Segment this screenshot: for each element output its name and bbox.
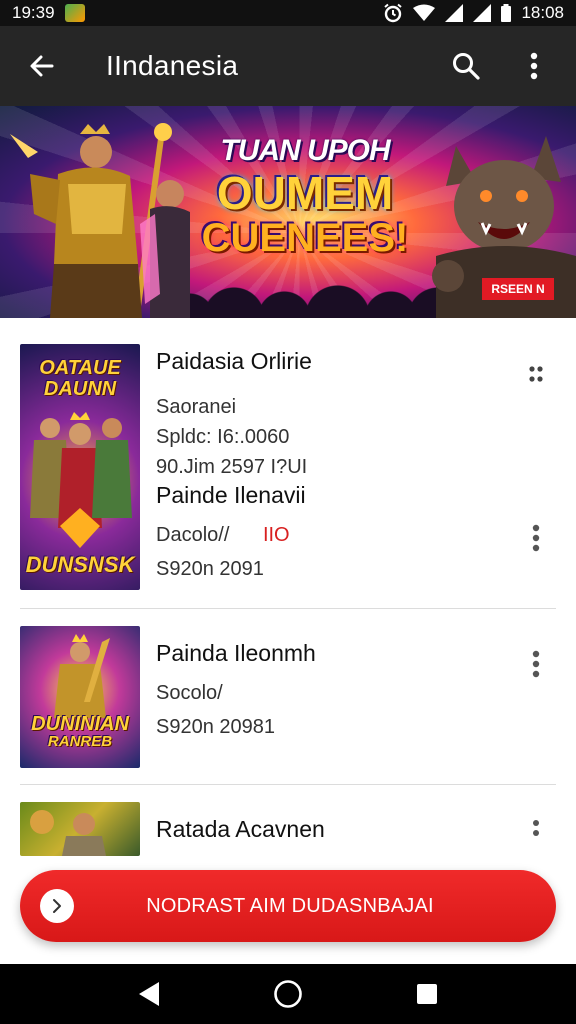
- status-bar: 19:39 18:08: [0, 0, 576, 26]
- back-button[interactable]: [18, 42, 66, 90]
- nav-home-button[interactable]: [264, 970, 312, 1018]
- game-list: OATAUE DAUNN DUNSNSK Paidasia Orlirie Sa…: [0, 318, 576, 964]
- banner-line-3: CUENEES!: [201, 216, 409, 260]
- banner-line-1: TUAN UPOH: [220, 134, 390, 167]
- system-nav-bar: [0, 964, 576, 1024]
- knight-illustration: [30, 810, 106, 856]
- more-vert-icon: [532, 650, 540, 678]
- item-title: Ratada Acavnen: [156, 816, 325, 842]
- item-secondary-title: Painde Ilenavii: [156, 482, 306, 508]
- item-detail-accent: IIO: [262, 524, 290, 546]
- list-divider: [20, 608, 556, 609]
- item-title: Paidasia Orlirie: [156, 348, 312, 374]
- status-time-left: 19:39: [12, 3, 55, 22]
- signal-icon: [445, 4, 464, 22]
- item-more-button[interactable]: [516, 354, 556, 394]
- more-grid-icon: [529, 366, 543, 382]
- armored-heroes-illustration: [10, 123, 190, 318]
- wifi-icon: [413, 4, 436, 21]
- promo-banner[interactable]: TUAN UPOH OUMEM CUENEES! RSEEN N: [0, 106, 576, 318]
- nav-back-button[interactable]: [125, 970, 173, 1018]
- banner-badge[interactable]: RSEEN N: [482, 278, 554, 300]
- square-recents-icon: [416, 984, 437, 1004]
- item-detail: Spldc: I6:.0060: [156, 426, 290, 448]
- item-subtitle: Saoranei: [156, 396, 237, 418]
- item-more-button[interactable]: [516, 810, 556, 850]
- app-bar: IIndanesia: [0, 26, 576, 106]
- list-divider: [20, 784, 556, 785]
- thumbnail-footer: DUNSNSK: [25, 551, 135, 577]
- list-item[interactable]: OATAUE DAUNN DUNSNSK Paidasia Orlirie Sa…: [20, 342, 556, 592]
- overflow-menu-button[interactable]: [510, 42, 558, 90]
- list-item[interactable]: DUNINIAN RANREB Painda Ileonmh Socolo/ S…: [20, 626, 556, 768]
- app-notification-icon: [64, 4, 85, 22]
- triangle-back-icon: [139, 982, 160, 1006]
- more-vert-icon: [530, 52, 538, 80]
- item-more-button[interactable]: [516, 644, 556, 684]
- more-vert-icon: [532, 524, 540, 552]
- circle-home-icon: [274, 980, 302, 1008]
- game-thumbnail[interactable]: [20, 802, 140, 856]
- list-item[interactable]: Ratada Acavnen: [20, 802, 556, 872]
- battery-icon: [501, 4, 512, 22]
- banner-line-2: OUMEM: [216, 167, 394, 219]
- search-icon: [453, 53, 480, 80]
- more-vert-icon: [533, 820, 539, 836]
- thumbnail-title: DUNINIAN: [31, 713, 129, 735]
- thumbnail-title: OATAUE DAUNN: [39, 357, 121, 400]
- alarm-icon: [384, 3, 403, 23]
- item-detail: Dacolo// IIO: [156, 524, 290, 547]
- cta-label: NODRAST AIM DUDASNBAJAI: [146, 894, 434, 917]
- item-detail: 90.Jim 2597 I?UI: [156, 456, 308, 478]
- nav-recents-button[interactable]: [403, 970, 451, 1018]
- item-title: Painda Ileonmh: [156, 640, 316, 666]
- signal-icon-2: [473, 4, 492, 22]
- game-thumbnail[interactable]: DUNINIAN RANREB: [20, 626, 140, 768]
- primary-cta-button[interactable]: NODRAST AIM DUDASNBAJAI: [20, 870, 556, 942]
- search-button[interactable]: [442, 42, 490, 90]
- warriors-illustration: [30, 412, 132, 548]
- item-more-button-secondary[interactable]: [516, 518, 556, 558]
- status-time-right: 18:08: [521, 3, 564, 22]
- item-subtitle: Socolo/: [156, 682, 223, 704]
- arrow-left-icon: [30, 55, 54, 77]
- game-thumbnail[interactable]: OATAUE DAUNN DUNSNSK: [20, 344, 140, 590]
- thumbnail-footer: RANREB: [47, 733, 113, 750]
- item-date: S920n 20981: [156, 716, 276, 738]
- warrior-illustration: [54, 634, 110, 718]
- chevron-right-icon: [40, 889, 74, 923]
- item-date: S920n 2091: [156, 558, 264, 580]
- item-detail-text: Dacolo//: [156, 524, 230, 546]
- banner-headline: TUAN UPOH OUMEM CUENEES!: [190, 134, 420, 258]
- page-title: IIndanesia: [106, 50, 239, 81]
- banner-crowd-silhouette: [160, 272, 456, 318]
